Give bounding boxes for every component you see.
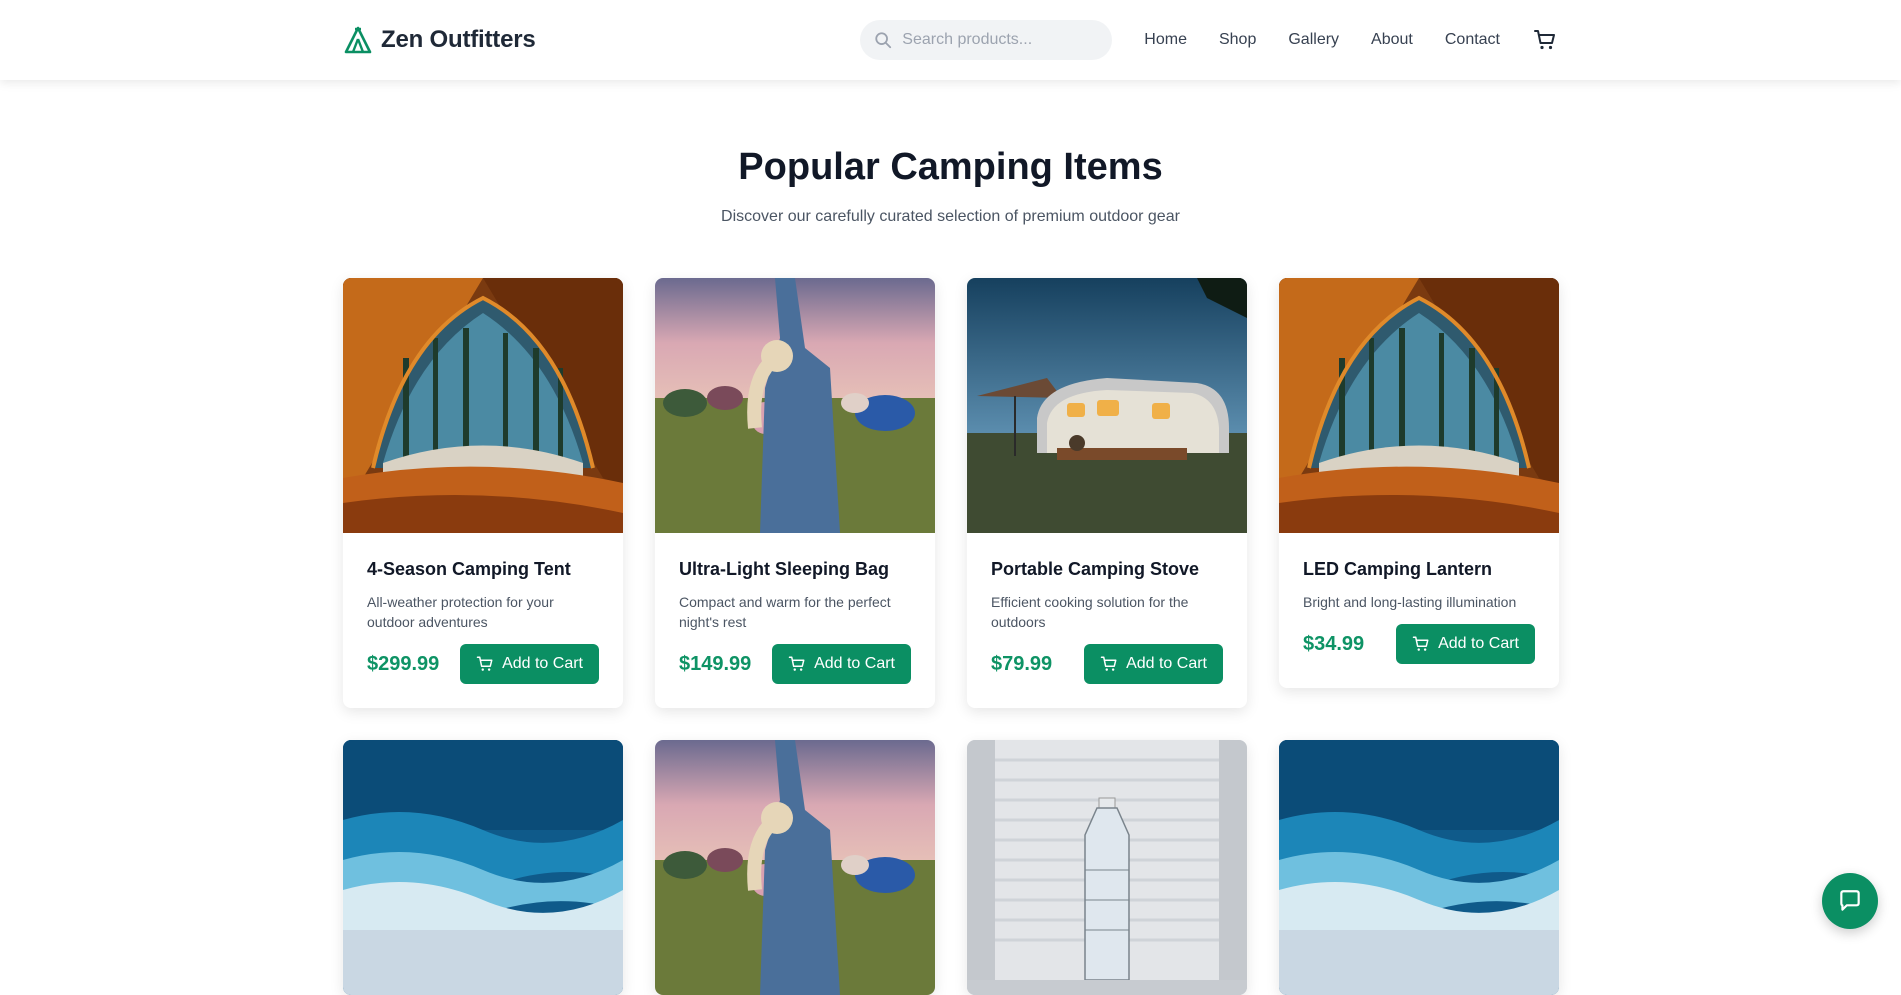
add-to-cart-label: Add to Cart xyxy=(1126,655,1207,672)
nav-contact[interactable]: Contact xyxy=(1445,31,1500,49)
product-image xyxy=(967,278,1247,533)
product-title: LED Camping Lantern xyxy=(1303,559,1493,579)
product-price: $34.99 xyxy=(1303,632,1365,655)
product-card[interactable] xyxy=(343,740,623,995)
product-title: Portable Camping Stove xyxy=(991,559,1200,579)
chat-button[interactable] xyxy=(1822,873,1878,929)
product-image xyxy=(655,278,935,533)
product-card[interactable] xyxy=(655,740,935,995)
nav-gallery[interactable]: Gallery xyxy=(1288,31,1339,49)
product-grid: 4-Season Camping Tent All-weather protec… xyxy=(343,278,1559,995)
search-icon xyxy=(875,32,892,49)
product-card[interactable] xyxy=(1279,740,1559,995)
add-to-cart-label: Add to Cart xyxy=(502,655,583,672)
cart-icon xyxy=(1100,656,1117,671)
add-to-cart-button[interactable]: Add to Cart xyxy=(1084,644,1223,684)
product-image xyxy=(1279,278,1559,533)
product-price: $299.99 xyxy=(367,652,440,675)
product-description: Efficient cooking solution for the outdo… xyxy=(991,594,1189,630)
page-title: Popular Camping Items xyxy=(738,146,1163,188)
main-nav: Home Shop Gallery About Contact xyxy=(1144,31,1500,49)
cart-icon xyxy=(1412,636,1429,651)
search-input[interactable] xyxy=(902,31,1099,49)
product-price: $79.99 xyxy=(991,652,1053,675)
product-description: All-weather protection for your outdoor … xyxy=(367,594,554,630)
brand-name: Zen Outfitters xyxy=(381,26,536,53)
cart-icon xyxy=(788,656,805,671)
chat-bubble-icon xyxy=(1840,890,1860,911)
brand-logo[interactable]: Zen Outfitters xyxy=(343,25,536,55)
product-image xyxy=(967,740,1247,995)
product-title: 4-Season Camping Tent xyxy=(367,559,571,579)
nav-about[interactable]: About xyxy=(1371,31,1413,49)
add-to-cart-button[interactable]: Add to Cart xyxy=(1396,624,1535,664)
tent-logo-icon xyxy=(344,26,372,54)
product-description: Compact and warm for the perfect night's… xyxy=(679,594,891,630)
product-image xyxy=(343,278,623,533)
page-subtitle: Discover our carefully curated selection… xyxy=(721,208,1180,225)
header-inner: Zen Outfitters Home Shop Gallery About C… xyxy=(343,0,1558,80)
site-header: Zen Outfitters Home Shop Gallery About C… xyxy=(0,0,1901,80)
product-image xyxy=(655,740,935,995)
cart-icon xyxy=(1534,30,1555,50)
cart-button[interactable] xyxy=(1532,27,1558,53)
product-card[interactable]: Portable Camping Stove Efficient cooking… xyxy=(967,278,1247,708)
cart-icon xyxy=(476,656,493,671)
add-to-cart-button[interactable]: Add to Cart xyxy=(772,644,911,684)
product-image xyxy=(1279,740,1559,995)
product-card[interactable]: 4-Season Camping Tent All-weather protec… xyxy=(343,278,623,708)
add-to-cart-label: Add to Cart xyxy=(814,655,895,672)
product-card[interactable]: LED Camping Lantern Bright and long-last… xyxy=(1279,278,1559,688)
product-card[interactable] xyxy=(967,740,1247,995)
add-to-cart-button[interactable]: Add to Cart xyxy=(460,644,599,684)
nav-home[interactable]: Home xyxy=(1144,31,1187,49)
product-title: Ultra-Light Sleeping Bag xyxy=(679,559,890,579)
product-image xyxy=(343,740,623,995)
product-price: $149.99 xyxy=(679,652,752,675)
add-to-cart-label: Add to Cart xyxy=(1438,635,1519,652)
nav-shop[interactable]: Shop xyxy=(1219,31,1256,49)
product-card[interactable]: Ultra-Light Sleeping Bag Compact and war… xyxy=(655,278,935,708)
product-description: Bright and long-lasting illumination xyxy=(1303,594,1517,610)
search-box[interactable] xyxy=(860,20,1113,60)
